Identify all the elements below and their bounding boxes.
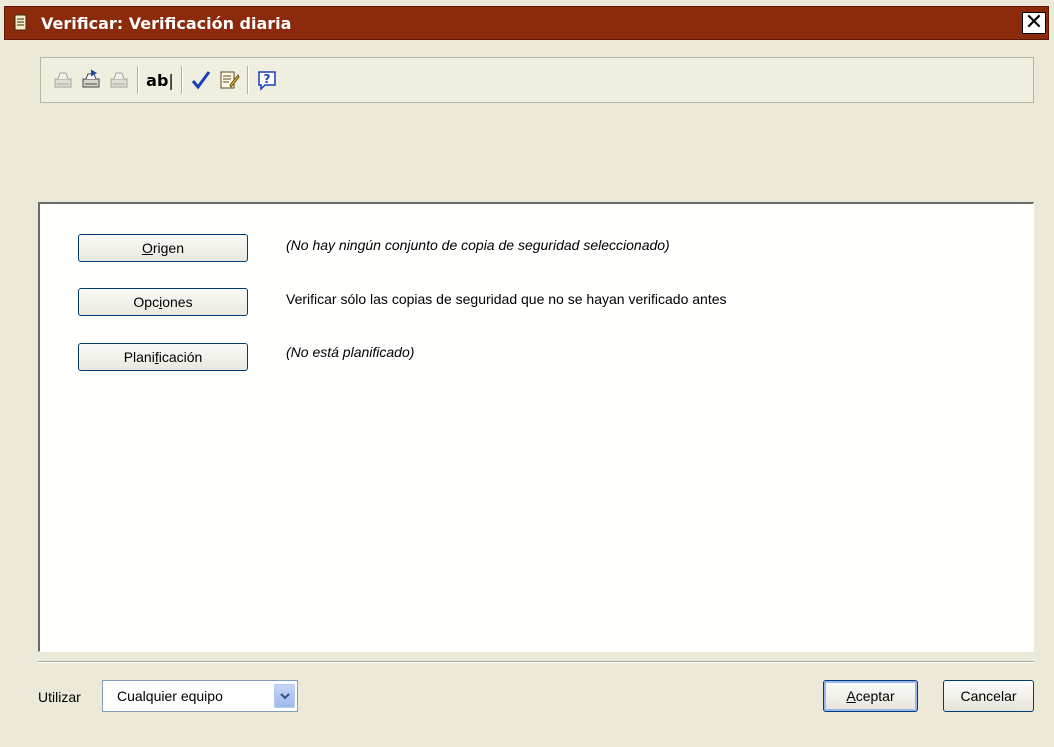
divider xyxy=(38,661,1034,663)
chevron-down-icon[interactable] xyxy=(274,684,295,708)
toolbar-separator xyxy=(247,66,249,94)
opciones-description: Verificar sólo las copias de seguridad q… xyxy=(286,291,727,307)
print-gray-icon[interactable] xyxy=(107,68,131,92)
opciones-button[interactable]: Opciones xyxy=(78,288,248,316)
properties-icon[interactable] xyxy=(217,68,241,92)
document-icon xyxy=(13,14,29,32)
toolbar-separator xyxy=(181,66,183,94)
toolbar-separator xyxy=(137,66,139,94)
rename-icon[interactable]: ab | xyxy=(143,68,177,92)
accept-button[interactable]: Aceptar xyxy=(823,680,918,712)
help-question: ? xyxy=(264,72,271,86)
planificacion-button[interactable]: Planificación xyxy=(78,343,248,371)
planificacion-description: (No está planificado) xyxy=(286,344,415,360)
main-panel: Origen (No hay ningún conjunto de copia … xyxy=(38,202,1034,652)
title-bar: Verificar: Verificación diaria ✕ xyxy=(4,6,1049,40)
close-button[interactable]: ✕ xyxy=(1022,12,1046,34)
help-icon[interactable]: ? xyxy=(255,68,279,92)
close-icon: ✕ xyxy=(1024,10,1044,35)
computer-select-value: Cualquier equipo xyxy=(117,688,223,704)
cancel-button[interactable]: Cancelar xyxy=(943,680,1034,712)
computer-select[interactable]: Cualquier equipo xyxy=(102,680,298,712)
window-title: Verificar: Verificación diaria xyxy=(41,14,292,33)
origen-description: (No hay ningún conjunto de copia de segu… xyxy=(286,237,670,253)
origen-button[interactable]: Origen xyxy=(78,234,248,262)
toolbar: ab | ? xyxy=(40,57,1034,103)
checkmark-icon[interactable] xyxy=(189,68,213,92)
print-disabled-icon[interactable] xyxy=(51,68,75,92)
use-label: Utilizar xyxy=(38,689,81,705)
export-icon[interactable] xyxy=(79,68,103,92)
